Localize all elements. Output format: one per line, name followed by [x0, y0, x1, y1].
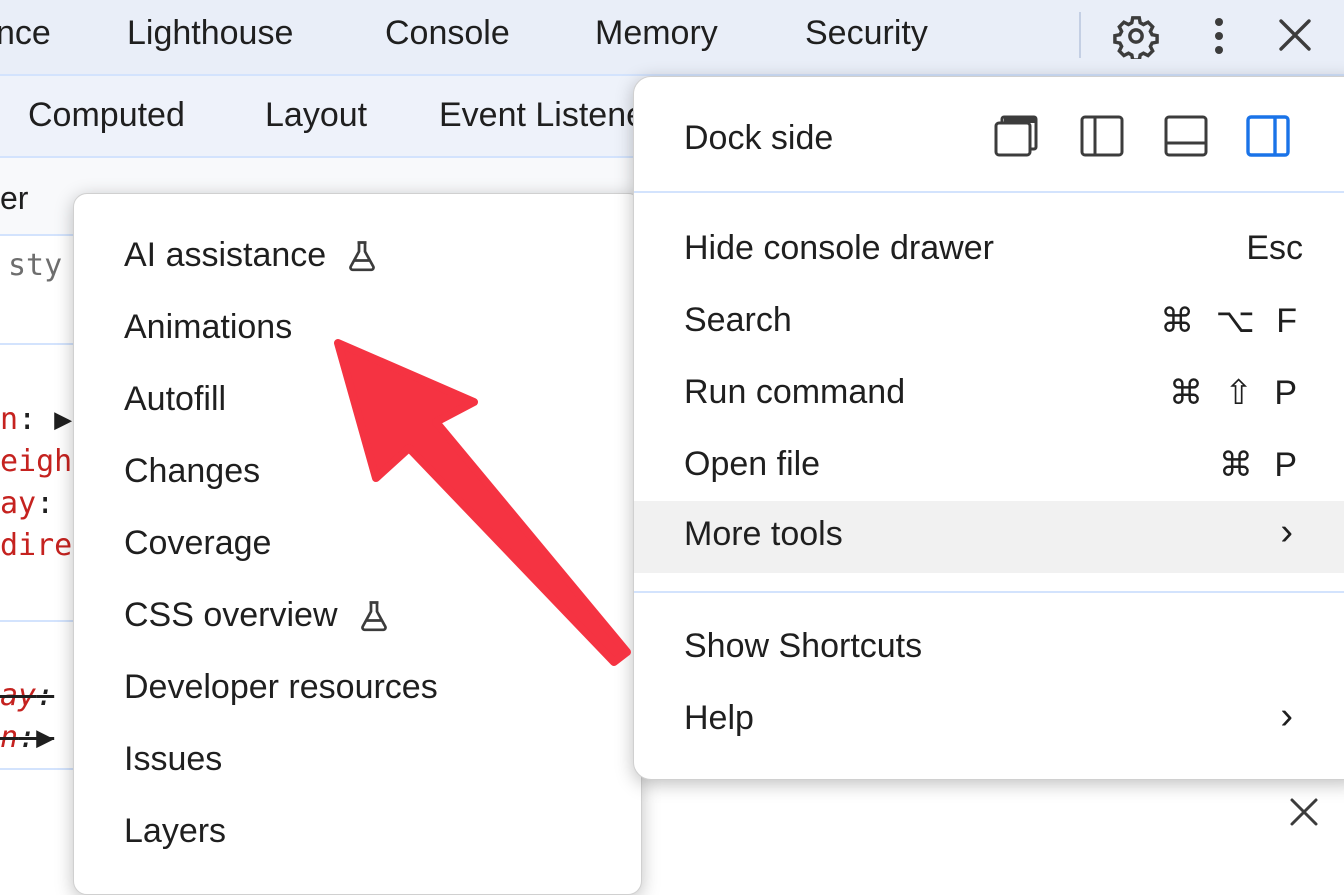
menu-item-layers[interactable]: Layers — [124, 812, 226, 851]
customize-devtools-menu: Dock side Hide console drawer Esc Search… — [633, 76, 1344, 780]
menu-item-css-overview[interactable]: CSS overview — [124, 596, 392, 635]
shortcut-label: Esc — [1246, 229, 1303, 267]
dock-right-icon[interactable] — [1246, 115, 1290, 157]
menu-item-animations[interactable]: Animations — [124, 308, 292, 347]
dock-left-icon[interactable] — [1080, 115, 1124, 157]
dock-bottom-icon[interactable] — [1164, 115, 1208, 157]
style-property: ay: — [0, 486, 55, 521]
menu-item-label: More tools — [684, 515, 843, 553]
chevron-right-icon: › — [1280, 695, 1293, 737]
menu-divider — [634, 191, 1344, 193]
menu-item-show-shortcuts[interactable]: Show Shortcuts — [634, 613, 1344, 685]
gear-icon[interactable] — [1112, 12, 1160, 60]
menu-divider — [634, 591, 1344, 593]
menu-item-label: Open file — [684, 445, 821, 483]
divider — [0, 768, 80, 770]
menu-item-hide-console-drawer[interactable]: Hide console drawer Esc — [634, 215, 1344, 287]
vertical-dots-icon[interactable] — [1198, 12, 1240, 60]
menu-item-label: AI assistance — [124, 236, 327, 274]
menu-item-label: Run command — [684, 373, 906, 411]
flask-icon — [360, 600, 387, 631]
menu-item-coverage[interactable]: Coverage — [124, 524, 271, 563]
shortcut-label: ⌘ P — [1218, 446, 1303, 484]
tab-console[interactable]: Console — [385, 14, 510, 53]
tab-security[interactable]: Security — [805, 14, 928, 53]
more-tools-submenu: AI assistance Animations Autofill Change… — [73, 193, 642, 895]
menu-item-label: Hide console drawer — [684, 229, 994, 267]
filter-input[interactable]: sty — [8, 248, 62, 283]
close-icon[interactable] — [1274, 14, 1316, 56]
style-property: dire — [0, 528, 73, 563]
undock-icon[interactable] — [994, 115, 1038, 157]
tab-computed[interactable]: Computed — [28, 96, 185, 135]
style-property-overridden: ay: — [0, 678, 55, 713]
menu-item-label: CSS overview — [124, 596, 338, 634]
filter-label: er — [0, 180, 29, 216]
style-property: eigh — [0, 444, 73, 479]
toolbar-divider — [1079, 12, 1081, 58]
tab-performance[interactable]: nce — [0, 14, 51, 53]
menu-item-label: Show Shortcuts — [684, 627, 923, 665]
shortcut-label: ⌘ ⇧ P — [1168, 374, 1303, 412]
style-property-overridden: n:▶ — [0, 720, 55, 755]
style-property: n: ▶ — [0, 402, 73, 437]
menu-item-label: Search — [684, 301, 792, 339]
menu-item-autofill[interactable]: Autofill — [124, 380, 226, 419]
menu-item-help[interactable]: Help › — [634, 685, 1344, 757]
chevron-right-icon: › — [1280, 511, 1293, 553]
tab-memory[interactable]: Memory — [595, 14, 718, 53]
menu-item-label: Help — [684, 699, 754, 737]
dock-side-label: Dock side — [684, 119, 834, 157]
flask-icon — [349, 240, 376, 271]
menu-item-more-tools[interactable]: More tools › — [634, 501, 1344, 573]
divider — [0, 343, 80, 345]
menu-item-search[interactable]: Search ⌘ ⌥ F — [634, 287, 1344, 359]
menu-item-ai-assistance[interactable]: AI assistance — [124, 236, 380, 275]
divider — [0, 620, 80, 622]
menu-item-developer-resources[interactable]: Developer resources — [124, 668, 438, 707]
tab-layout[interactable]: Layout — [265, 96, 367, 135]
menu-item-issues[interactable]: Issues — [124, 740, 222, 779]
menu-item-run-command[interactable]: Run command ⌘ ⇧ P — [634, 359, 1344, 431]
drawer-close-icon[interactable] — [1284, 792, 1324, 832]
devtools-tab-bar: nce Lighthouse Console Memory Security — [0, 0, 1344, 76]
menu-item-open-file[interactable]: Open file ⌘ P — [634, 431, 1344, 503]
shortcut-label: ⌘ ⌥ F — [1160, 302, 1303, 340]
menu-item-changes[interactable]: Changes — [124, 452, 260, 491]
tab-lighthouse[interactable]: Lighthouse — [127, 14, 293, 53]
